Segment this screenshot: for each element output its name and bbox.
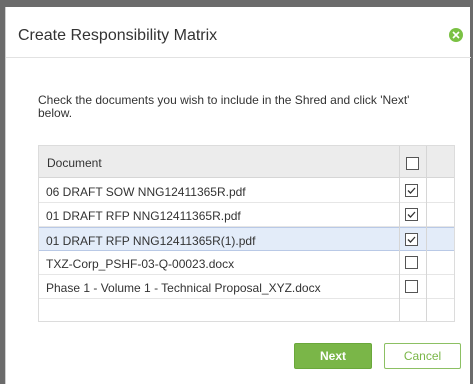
dialog-header: Create Responsibility Matrix — [6, 7, 471, 58]
column-divider — [426, 146, 427, 321]
document-name: 01 DRAFT RFP NNG12411365R(1).pdf — [46, 234, 256, 248]
next-button[interactable]: Next — [294, 343, 372, 369]
table-row-selected[interactable]: 01 DRAFT RFP NNG12411365R(1).pdf — [39, 227, 454, 251]
instructions-text: Check the documents you wish to include … — [38, 93, 410, 120]
column-divider — [399, 146, 400, 321]
row-checkbox[interactable] — [405, 256, 418, 269]
close-icon[interactable] — [449, 28, 463, 42]
document-name: TXZ-Corp_PSHF-03-Q-00023.docx — [46, 257, 235, 271]
table-header: Document — [39, 146, 454, 178]
select-all-checkbox[interactable] — [406, 157, 419, 170]
documents-table: Document 06 DRAFT SOW NNG12411365R.pdf 0… — [38, 145, 455, 322]
table-row[interactable]: TXZ-Corp_PSHF-03-Q-00023.docx — [39, 251, 454, 275]
table-row[interactable]: Phase 1 - Volume 1 - Technical Proposal_… — [39, 275, 454, 299]
table-row[interactable]: 06 DRAFT SOW NNG12411365R.pdf — [39, 179, 454, 203]
document-name: 06 DRAFT SOW NNG12411365R.pdf — [46, 185, 246, 199]
document-column-header: Document — [47, 156, 102, 170]
row-checkbox[interactable] — [405, 208, 418, 221]
dialog-title: Create Responsibility Matrix — [18, 27, 218, 44]
table-row[interactable]: 01 DRAFT RFP NNG12411365R.pdf — [39, 203, 454, 227]
row-checkbox[interactable] — [405, 233, 418, 246]
create-responsibility-matrix-dialog: Create Responsibility Matrix Check the d… — [5, 7, 471, 384]
document-name: Phase 1 - Volume 1 - Technical Proposal_… — [46, 281, 321, 295]
row-checkbox[interactable] — [405, 280, 418, 293]
cancel-button[interactable]: Cancel — [384, 343, 461, 369]
document-name: 01 DRAFT RFP NNG12411365R.pdf — [46, 209, 241, 223]
row-checkbox[interactable] — [405, 184, 418, 197]
